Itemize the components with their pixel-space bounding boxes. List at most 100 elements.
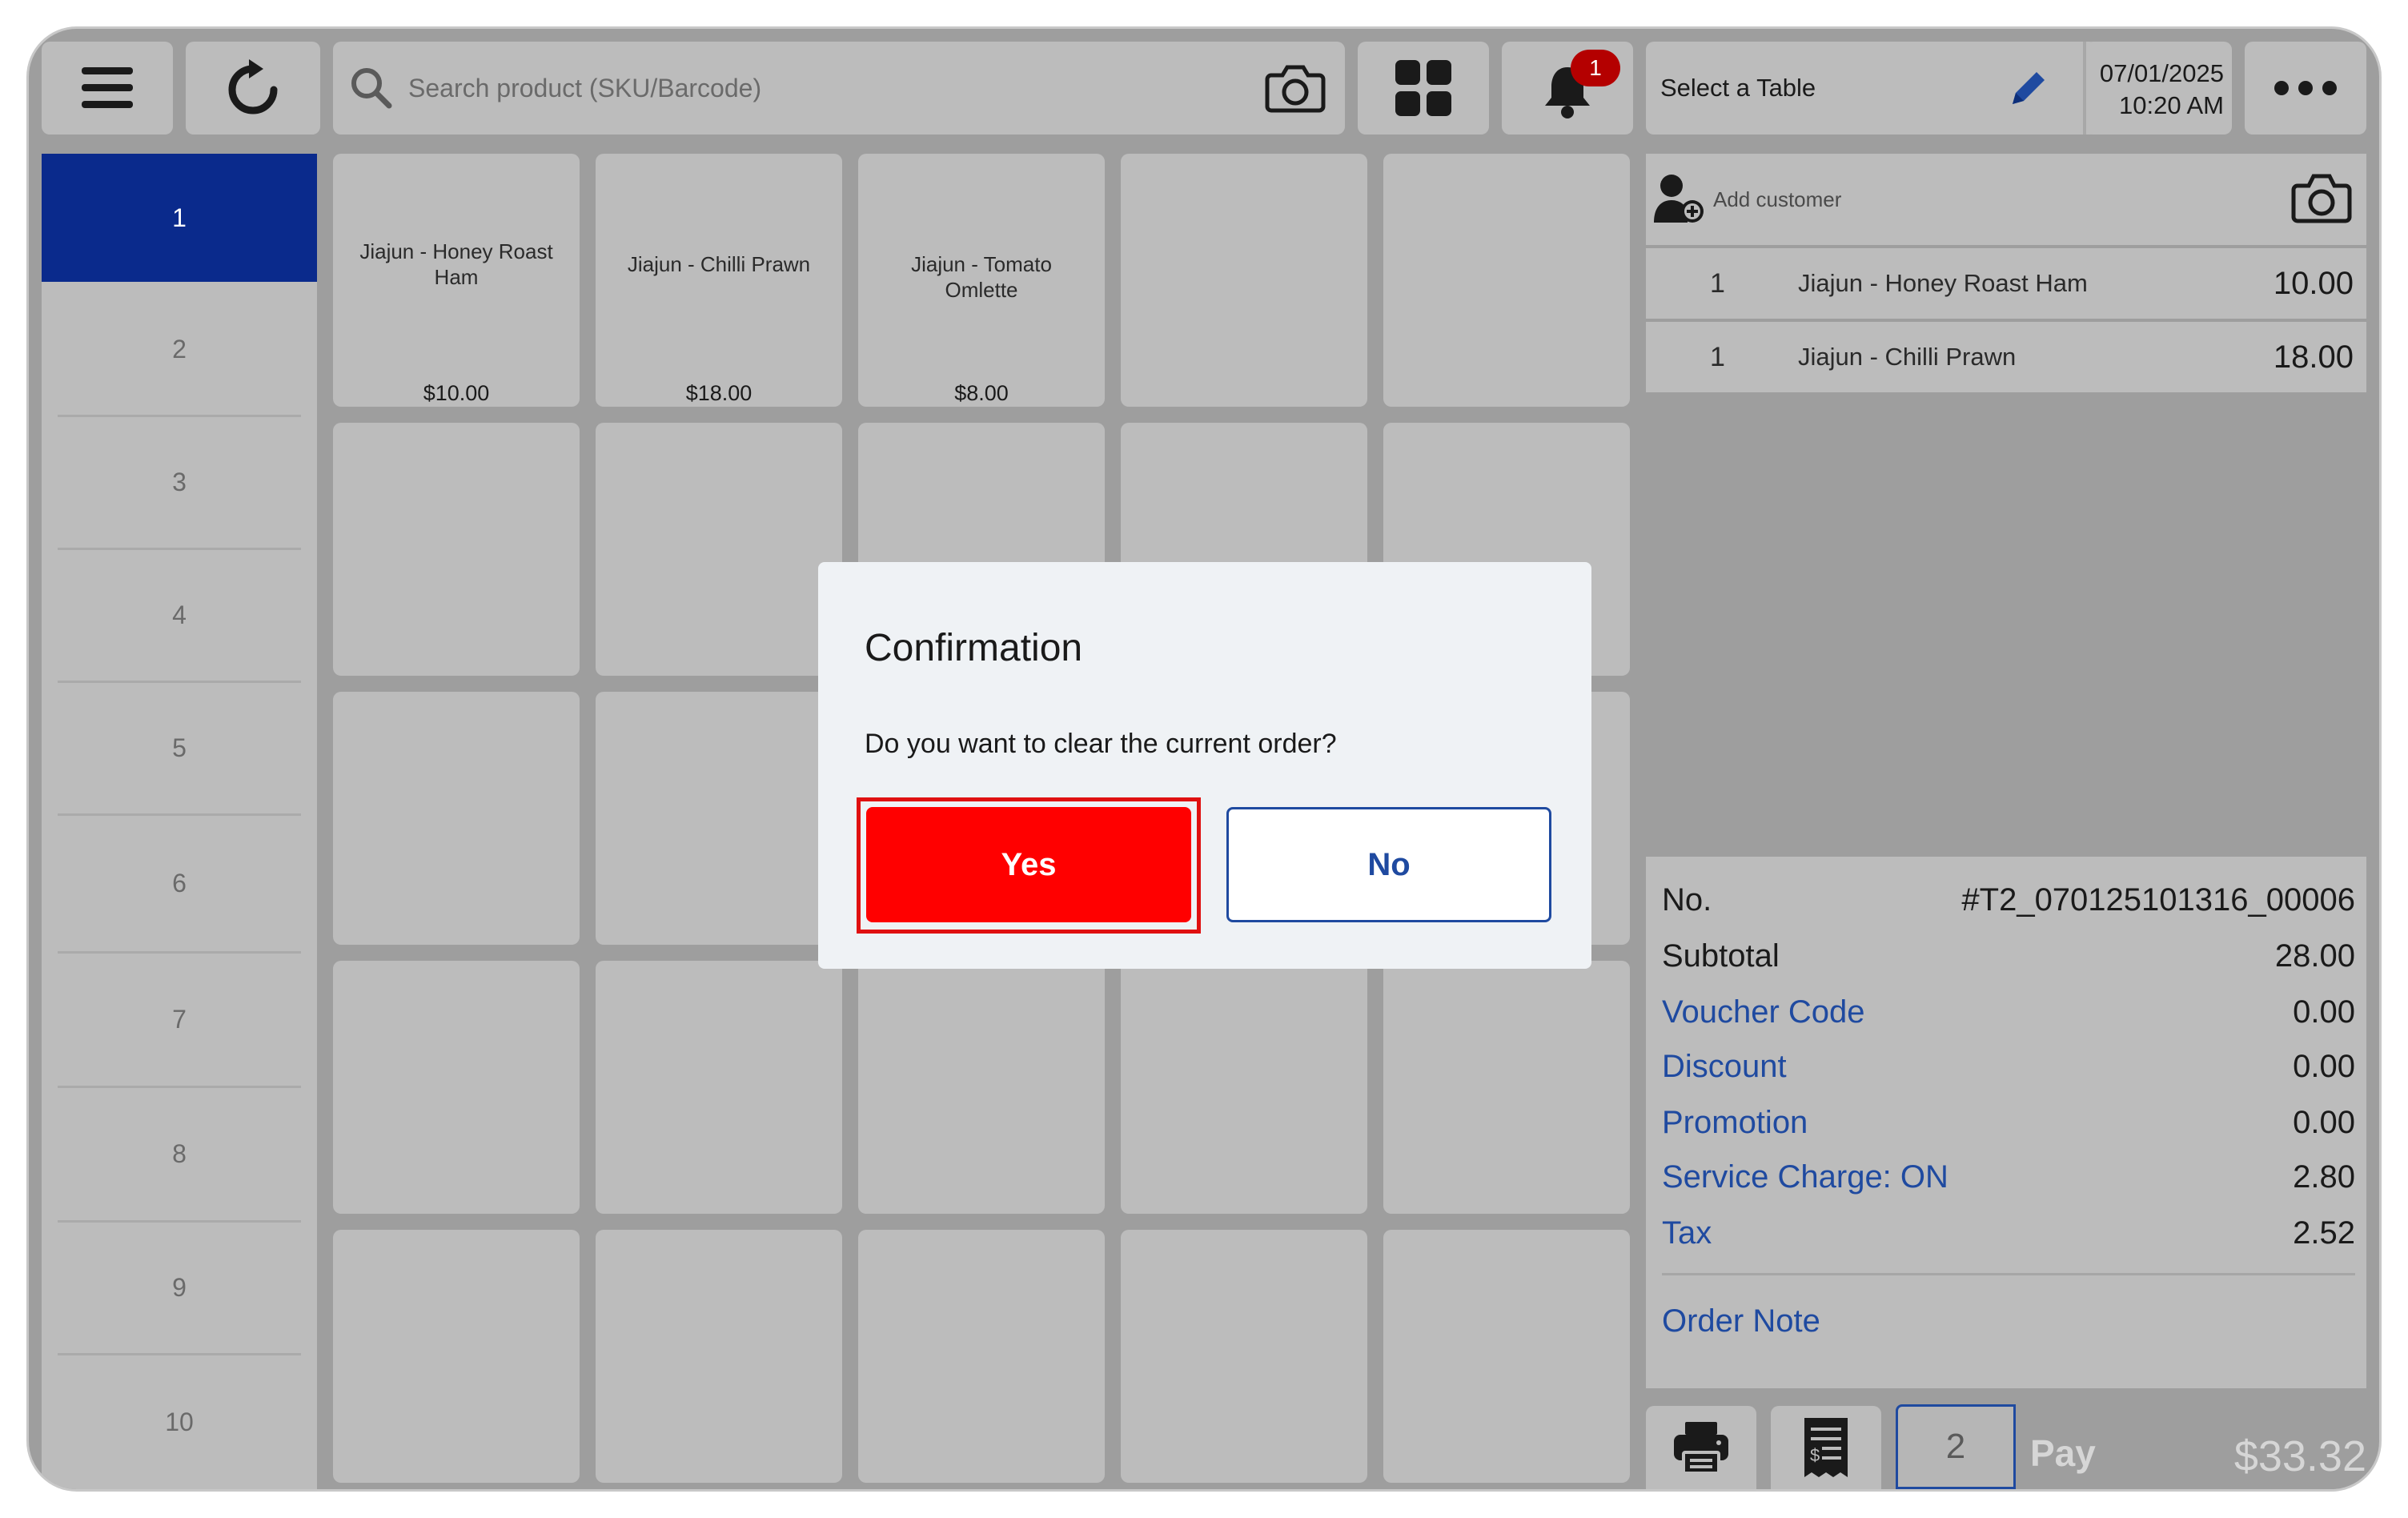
- camera-icon[interactable]: [1265, 62, 1326, 114]
- empty-product-slot[interactable]: [1121, 961, 1367, 1214]
- grid-view-button[interactable]: [1358, 42, 1489, 135]
- service-charge-row[interactable]: Service Charge: ON 2.80: [1662, 1153, 2355, 1201]
- empty-product-slot[interactable]: [1383, 154, 1630, 407]
- tax-row[interactable]: Tax 2.52: [1662, 1209, 2355, 1257]
- category-label: 4: [172, 600, 187, 629]
- pay-button[interactable]: Pay $33.32: [2016, 1404, 2366, 1489]
- line-name: Jiajun - Honey Roast Ham: [1798, 269, 2088, 297]
- add-user-icon: [1654, 175, 1704, 223]
- empty-product-slot[interactable]: [596, 961, 842, 1214]
- order-note-row[interactable]: Order Note: [1662, 1297, 2355, 1345]
- menu-button[interactable]: [42, 42, 173, 135]
- category-item-9[interactable]: 9: [42, 1222, 317, 1353]
- category-label: 5: [172, 733, 187, 762]
- printer-icon: [1674, 1422, 1728, 1475]
- service-charge-link[interactable]: Service Charge: ON: [1662, 1159, 1948, 1195]
- notifications-button[interactable]: 1: [1502, 42, 1633, 135]
- product-name: Jiajun - Honey Roast Ham: [359, 239, 553, 289]
- category-label: 3: [172, 467, 187, 496]
- empty-product-slot[interactable]: [333, 692, 580, 945]
- voucher-value: 0.00: [2293, 994, 2355, 1030]
- line-qty: 1: [1710, 341, 1725, 372]
- product-tile[interactable]: Jiajun - Honey Roast Ham $10.00: [333, 154, 580, 407]
- product-name: Jiajun - Tomato Omlette: [911, 252, 1052, 302]
- search-bar[interactable]: [333, 42, 1345, 135]
- product-price: $10.00: [423, 381, 490, 405]
- print-button[interactable]: [1646, 1406, 1756, 1489]
- empty-product-slot[interactable]: [1383, 961, 1630, 1214]
- empty-product-slot[interactable]: [1121, 1230, 1367, 1483]
- voucher-row[interactable]: Voucher Code 0.00: [1662, 988, 2355, 1036]
- category-item-1[interactable]: 1: [42, 154, 317, 282]
- order-note-link[interactable]: Order Note: [1662, 1303, 1820, 1339]
- empty-product-slot[interactable]: [333, 1230, 580, 1483]
- category-item-7[interactable]: 7: [42, 953, 317, 1086]
- header-divider: [2083, 42, 2086, 135]
- category-item-5[interactable]: 5: [42, 682, 317, 813]
- voucher-link[interactable]: Voucher Code: [1662, 994, 1865, 1030]
- search-input[interactable]: [408, 64, 1241, 112]
- receipt-icon: $: [1804, 1418, 1848, 1477]
- category-label: 2: [172, 334, 187, 363]
- tax-link[interactable]: Tax: [1662, 1215, 1712, 1251]
- category-item-10[interactable]: 10: [42, 1355, 317, 1489]
- promotion-link[interactable]: Promotion: [1662, 1105, 1808, 1141]
- hamburger-icon: [82, 67, 133, 108]
- category-item-2[interactable]: 2: [42, 283, 317, 415]
- datetime-display: 07/01/2025 10:20 AM: [2085, 42, 2232, 135]
- confirmation-dialog: Confirmation Do you want to clear the cu…: [818, 562, 1591, 969]
- promotion-row[interactable]: Promotion 0.00: [1662, 1098, 2355, 1147]
- more-options-button[interactable]: [2245, 42, 2366, 135]
- category-item-6[interactable]: 6: [42, 815, 317, 951]
- service-charge-value: 2.80: [2293, 1159, 2355, 1195]
- category-label: 9: [172, 1272, 187, 1302]
- svg-text:$: $: [1810, 1445, 1820, 1465]
- line-name: Jiajun - Chilli Prawn: [1798, 343, 2017, 371]
- dialog-message: Do you want to clear the current order?: [865, 729, 1337, 759]
- pencil-icon[interactable]: [2008, 67, 2049, 109]
- category-label: 6: [172, 868, 187, 898]
- product-tile[interactable]: Jiajun - Tomato Omlette $8.00: [858, 154, 1105, 407]
- summary-divider: [1662, 1273, 2355, 1275]
- category-label: 1: [172, 203, 187, 232]
- category-item-3[interactable]: 3: [42, 416, 317, 548]
- search-icon: [351, 68, 392, 109]
- category-item-8[interactable]: 8: [42, 1087, 317, 1220]
- guest-count-button[interactable]: 2: [1896, 1404, 2016, 1489]
- order-number-row: No. #T2_070125101316_00006: [1662, 876, 2355, 924]
- empty-product-slot[interactable]: [596, 692, 842, 945]
- receipt-button[interactable]: $: [1771, 1406, 1881, 1489]
- guest-count: 2: [1945, 1427, 1966, 1466]
- order-number-label: No.: [1662, 881, 1712, 918]
- pay-label: Pay: [2030, 1432, 2096, 1474]
- refresh-button[interactable]: [186, 42, 320, 135]
- table-selector[interactable]: Select a Table: [1646, 42, 2097, 135]
- empty-product-slot[interactable]: [333, 423, 580, 676]
- order-line-item[interactable]: 1 Jiajun - Chilli Prawn 18.00: [1646, 322, 2366, 392]
- category-item-4[interactable]: 4: [42, 549, 317, 681]
- discount-link[interactable]: Discount: [1662, 1049, 1787, 1085]
- pay-amount: $33.32: [2233, 1432, 2366, 1480]
- notification-badge: 1: [1571, 50, 1620, 86]
- empty-product-slot[interactable]: [1121, 154, 1367, 407]
- product-tile[interactable]: Jiajun - Chilli Prawn $18.00: [596, 154, 842, 407]
- no-button[interactable]: No: [1226, 807, 1551, 922]
- camera-icon[interactable]: [2291, 171, 2352, 224]
- subtotal-label: Subtotal: [1662, 938, 1780, 974]
- empty-product-slot[interactable]: [596, 423, 842, 676]
- discount-row[interactable]: Discount 0.00: [1662, 1042, 2355, 1090]
- empty-product-slot[interactable]: [333, 961, 580, 1214]
- yes-button[interactable]: Yes: [866, 807, 1191, 922]
- device-frame: 1 Select a Table 07/01/2025 10:20 AM 1 2: [29, 29, 2379, 1489]
- add-customer-bar[interactable]: Add customer: [1646, 154, 2366, 245]
- category-label: 7: [172, 1004, 187, 1034]
- empty-product-slot[interactable]: [858, 1230, 1105, 1483]
- empty-product-slot[interactable]: [596, 1230, 842, 1483]
- subtotal-value: 28.00: [2274, 938, 2355, 974]
- more-dots-icon: [2274, 81, 2337, 95]
- product-name: Jiajun - Chilli Prawn: [627, 252, 811, 276]
- line-qty: 1: [1710, 267, 1725, 299]
- empty-product-slot[interactable]: [858, 961, 1105, 1214]
- order-line-item[interactable]: 1 Jiajun - Honey Roast Ham 10.00: [1646, 248, 2366, 319]
- empty-product-slot[interactable]: [1383, 1230, 1630, 1483]
